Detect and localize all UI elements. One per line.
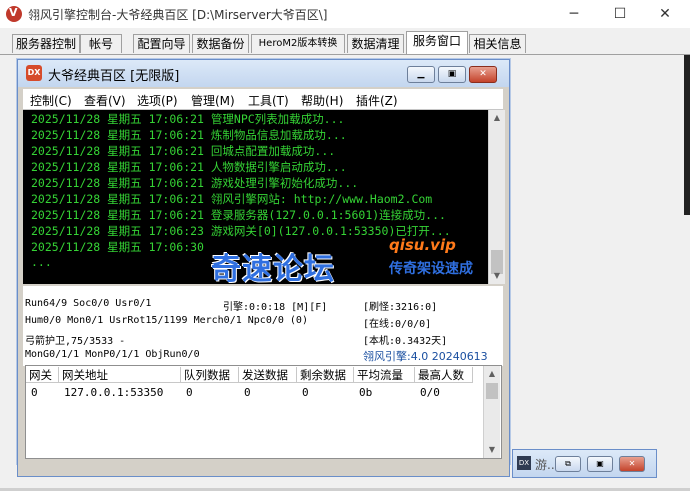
minimized-window[interactable]: DX 游... ⧉ ▣ ✕ <box>512 449 657 478</box>
col-remaining-data[interactable]: 剩余数据 <box>297 367 354 383</box>
server-maximize-button[interactable]: ▣ <box>438 66 466 83</box>
server-menubar: 控制(C) 查看(V) 选项(P) 管理(M) 工具(T) 帮助(H) 插件(Z… <box>23 89 503 110</box>
watermark-subtitle: 传奇架设速成 <box>389 261 473 277</box>
minimized-close-button[interactable]: ✕ <box>619 456 645 472</box>
tab-accounts[interactable]: 帐号 <box>80 34 122 53</box>
table-scroll-thumb[interactable] <box>486 383 498 399</box>
app-logo-icon <box>6 6 22 22</box>
minimized-maximize-button[interactable]: ▣ <box>587 456 613 472</box>
tab-herom2-convert[interactable]: HeroM2版本转换 <box>251 34 345 53</box>
status-online: [在线:0/0/0] <box>363 319 432 330</box>
log-line: 2025/11/28 星期五 17:06:30 <box>31 240 204 254</box>
cell-remaining-data: 0 <box>302 386 309 399</box>
menu-view[interactable]: 查看(V) <box>84 92 126 109</box>
log-line: ... <box>31 255 52 269</box>
status-human: Hum0/0 Mon0/1 UsrRot15/1199 Merch0/1 Npc… <box>25 315 308 326</box>
watermark-overlay: 奇速论坛 qisu.vip 传奇架设速成 <box>211 236 501 287</box>
main-tabs: 服务器控制 帐号 配置向导 数据备份 HeroM2版本转换 数据清理 服务窗口 … <box>0 30 690 55</box>
col-sent-data[interactable]: 发送数据 <box>239 367 297 383</box>
col-gateway-address[interactable]: 网关地址 <box>59 367 181 383</box>
scroll-up-icon[interactable]: ▲ <box>489 110 505 126</box>
cell-avg-traffic: 0b <box>359 386 373 399</box>
cell-queue-data: 0 <box>186 386 193 399</box>
tab-config-wizard[interactable]: 配置向导 <box>133 34 190 53</box>
log-line: 2025/11/28 星期五 17:06:21 回城点配置加载成功... <box>31 144 336 158</box>
cell-gateway: 0 <box>31 386 38 399</box>
tab-server-control[interactable]: 服务器控制 <box>12 34 80 53</box>
minimized-restore-button[interactable]: ⧉ <box>555 456 581 472</box>
close-button[interactable]: ✕ <box>642 3 688 25</box>
col-gateway[interactable]: 网关 <box>26 367 59 383</box>
menu-control[interactable]: 控制(C) <box>30 92 72 109</box>
minimize-button[interactable]: ─ <box>551 3 597 25</box>
tab-data-cleanup[interactable]: 数据清理 <box>347 34 404 53</box>
status-run: Run64/9 Soc0/0 Usr0/1 <box>25 298 152 309</box>
menu-help[interactable]: 帮助(H) <box>301 92 343 109</box>
log-line: 2025/11/28 星期五 17:06:21 翎风引擎网站: http://w… <box>31 192 433 206</box>
status-panel: Run64/9 Soc0/0 Usr0/1 引擎:0:0:18 [M][F] [… <box>23 286 503 366</box>
dx-app-icon: DX <box>517 456 531 470</box>
menu-plugins[interactable]: 插件(Z) <box>356 92 398 109</box>
col-queue-data[interactable]: 队列数据 <box>181 367 239 383</box>
cell-gateway-address: 127.0.0.1:53350 <box>64 386 164 399</box>
server-minimize-button[interactable]: ▁ <box>407 66 435 83</box>
tab-service-window[interactable]: 服务窗口 <box>406 31 468 54</box>
menu-manage[interactable]: 管理(M) <box>191 92 235 109</box>
gateway-table[interactable]: 网关 网关地址 队列数据 发送数据 剩余数据 平均流量 最高人数 0 127.0… <box>25 365 502 459</box>
status-version: 翎风引擎:4.0 20240613 <box>363 350 488 363</box>
col-max-users[interactable]: 最高人数 <box>415 367 473 383</box>
tab-data-backup[interactable]: 数据备份 <box>192 34 249 53</box>
menu-tools[interactable]: 工具(T) <box>248 92 289 109</box>
cell-sent-data: 0 <box>244 386 251 399</box>
status-guard: 弓箭护卫,75/3533 - <box>25 336 126 347</box>
watermark-url: qisu.vip <box>389 236 456 254</box>
server-close-button[interactable]: ✕ <box>469 66 497 83</box>
scroll-up-icon[interactable]: ▲ <box>484 366 500 382</box>
log-line: 2025/11/28 星期五 17:06:21 炼制物品信息加载成功... <box>31 128 347 142</box>
status-monster-gen: MonG0/1/1 MonP0/1/1 ObjRun0/0 <box>25 349 200 360</box>
scroll-down-icon[interactable]: ▼ <box>484 442 500 458</box>
tab-related-info[interactable]: 相关信息 <box>469 34 526 53</box>
status-refresh-monsters: [刷怪:3216:0] <box>363 302 438 313</box>
maximize-button[interactable]: ☐ <box>597 3 643 25</box>
background-window-edge <box>684 55 690 215</box>
window-title: 翎风引擎控制台-大爷经典百区 [D:\Mirserver大爷百区\] <box>28 8 328 22</box>
status-local-uptime: [本机:0.3432天] <box>363 336 448 347</box>
log-line: 2025/11/28 星期五 17:06:21 管理NPC列表加载成功... <box>31 112 345 126</box>
server-window: DX 大爷经典百区 [无限版] ▁ ▣ ✕ 控制(C) 查看(V) 选项(P) … <box>17 59 510 464</box>
watermark-text: 奇速论坛 <box>211 252 335 287</box>
log-line: 2025/11/28 星期五 17:06:21 登录服务器(127.0.0.1:… <box>31 208 446 222</box>
table-scrollbar[interactable]: ▲ ▼ <box>483 366 500 458</box>
status-engine-uptime: 引擎:0:0:18 [M][F] <box>223 302 328 313</box>
server-window-title: 大爷经典百区 [无限版] <box>48 69 180 84</box>
col-avg-traffic[interactable]: 平均流量 <box>354 367 415 383</box>
server-window-titlebar[interactable]: DX 大爷经典百区 [无限版] ▁ ▣ ✕ <box>18 60 509 87</box>
log-line: 2025/11/28 星期五 17:06:21 游戏处理引擎初始化成功... <box>31 176 359 190</box>
menu-options[interactable]: 选项(P) <box>137 92 178 109</box>
dx-app-icon: DX <box>26 65 42 81</box>
log-line: 2025/11/28 星期五 17:06:21 人物数据引擎启动成功... <box>31 160 347 174</box>
app-titlebar[interactable]: 翎风引擎控制台-大爷经典百区 [D:\Mirserver大爷百区\] ─ ☐ ✕ <box>0 0 690 28</box>
minimized-window-strip[interactable] <box>17 462 510 477</box>
cell-max-users: 0/0 <box>420 386 440 399</box>
